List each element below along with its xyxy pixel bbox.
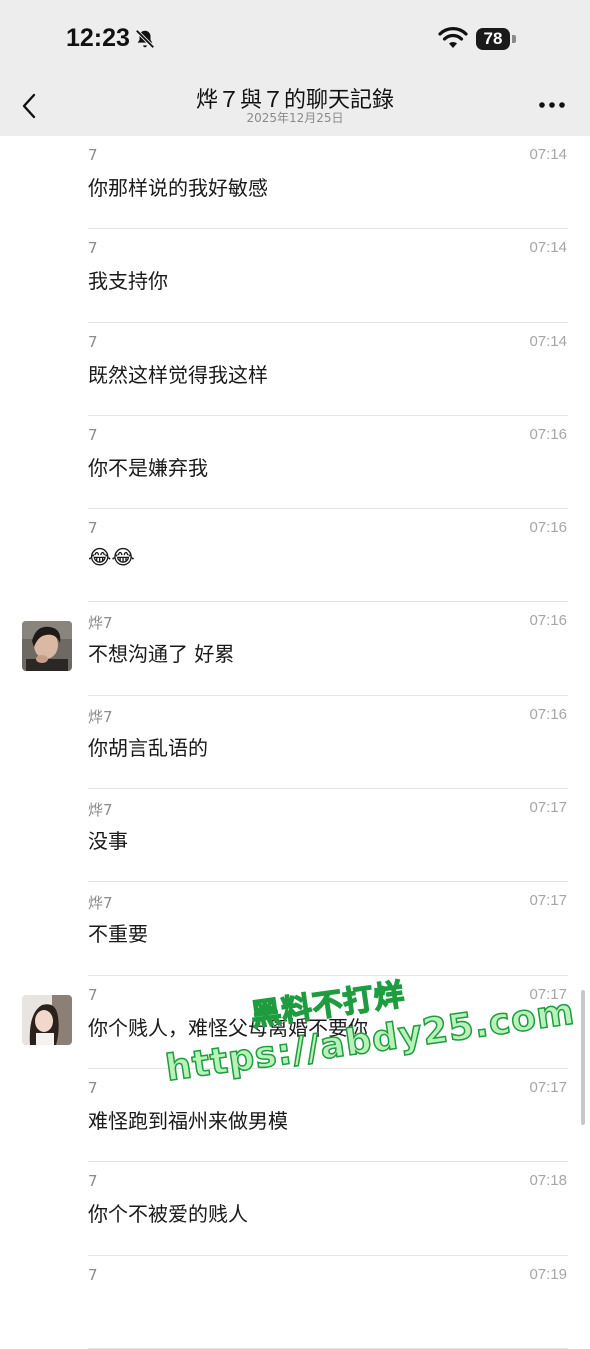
message-list[interactable]: 7 07:14 你那样说的我好敏感 7 07:14 我支持你 7 07:14 既然这样觉得我这样… [0, 136, 590, 1349]
scrollbar[interactable] [581, 990, 585, 1125]
message-sender: 烨7 [88, 614, 113, 633]
avatar[interactable] [22, 994, 72, 1045]
message-row[interactable]: 烨7 07:16 你胡言乱语的 [0, 696, 590, 790]
message-time: 07:17 [529, 892, 567, 910]
message-row[interactable]: 7 07:16 😂😂 [0, 509, 590, 603]
message-text: 😂😂 [88, 545, 135, 570]
message-time: 07:16 [529, 519, 567, 537]
message-time: 07:18 [529, 1172, 567, 1190]
message-row[interactable]: 7 07:18 你个不被爱的贱人 [0, 1162, 590, 1256]
message-time: 07:17 [529, 799, 567, 817]
message-time: 07:19 [529, 1265, 567, 1283]
message-sender: 7 [88, 146, 98, 164]
message-sender: 7 [88, 425, 98, 444]
more-options-icon[interactable] [538, 100, 566, 110]
message-time: 07:14 [529, 332, 567, 350]
message-text: 你个不被爱的贱人 [88, 1202, 248, 1227]
message-row[interactable]: 烨7 07:17 不重要 [0, 882, 590, 976]
bell-muted-icon [135, 29, 155, 49]
message-sender: 7 [88, 985, 98, 1004]
message-text: 你那样说的我好敏感 [88, 176, 268, 200]
nav-bar: 烨７與７的聊天記錄 2025年12月25日 [0, 78, 590, 136]
message-text: 既然这样觉得我这样 [88, 362, 268, 387]
message-text: 你胡言乱语的 [88, 735, 208, 760]
message-text: 不重要 [88, 922, 148, 947]
message-text: 我支持你 [88, 269, 168, 294]
message-text: 你不是嫌弃我 [88, 455, 208, 480]
message-text: 难怪跑到福州来做男模 [88, 1108, 288, 1133]
chat-record-date: 2025年12月25日 [246, 111, 344, 125]
message-row[interactable]: 烨7 07:17 没事 [0, 789, 590, 883]
message-text: 没事 [88, 829, 128, 854]
avatar[interactable] [22, 621, 72, 672]
message-time: 07:14 [529, 146, 567, 163]
message-time: 07:16 [529, 425, 567, 443]
status-bar: 12:23 78 [0, 0, 590, 78]
message-row[interactable]: 7 07:14 你那样说的我好敏感 [0, 136, 590, 230]
message-sender: 7 [88, 1265, 98, 1284]
message-sender: 7 [88, 332, 98, 351]
message-sender: 烨7 [88, 707, 113, 726]
message-row[interactable]: 烨7 07:16 不想沟通了 好累 [0, 602, 590, 696]
message-sender: 7 [88, 239, 98, 258]
message-row[interactable]: 7 07:17 难怪跑到福州来做男模 [0, 1069, 590, 1163]
message-sender: 7 [88, 1078, 98, 1097]
message-row[interactable]: 7 07:14 既然这样觉得我这样 [0, 323, 590, 416]
message-sender: 烨7 [88, 801, 113, 820]
message-row[interactable]: 7 07:16 你不是嫌弃我 [0, 416, 590, 510]
message-sender: 7 [88, 1172, 98, 1191]
message-time: 07:14 [529, 239, 567, 257]
message-row[interactable]: 7 07:19 [0, 1256, 590, 1349]
wifi-icon [438, 27, 468, 48]
message-text: 不想沟通了 好累 [88, 642, 235, 667]
message-sender: 7 [88, 519, 98, 538]
battery-tip [512, 35, 516, 43]
message-sender: 烨7 [88, 894, 113, 913]
message-row[interactable]: 7 07:14 我支持你 [0, 229, 590, 323]
message-time: 07:16 [529, 705, 567, 723]
battery-indicator: 78 [476, 28, 510, 50]
status-time: 12:23 [66, 24, 130, 52]
message-time: 07:17 [529, 1078, 567, 1096]
message-time: 07:16 [529, 612, 567, 630]
